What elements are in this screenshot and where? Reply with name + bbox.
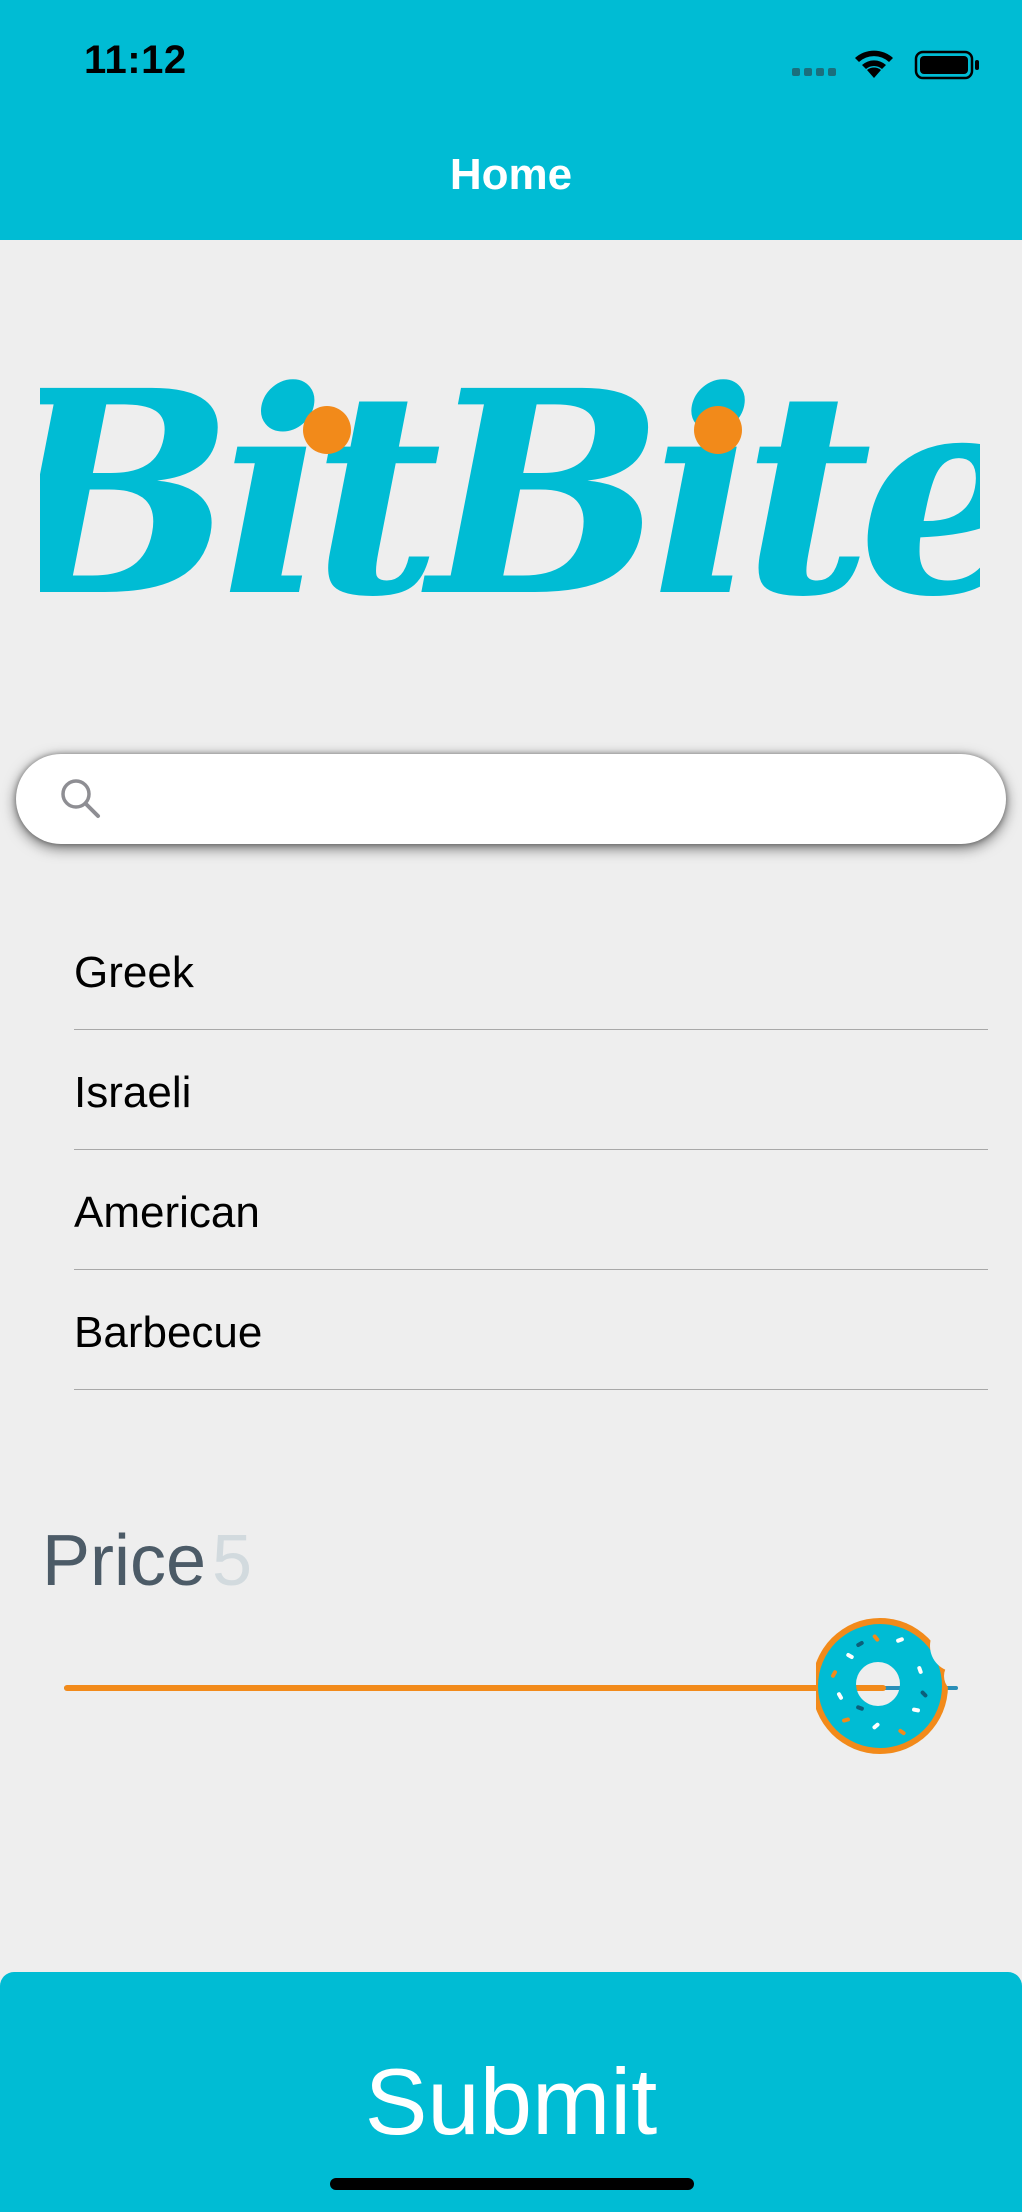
list-item-american[interactable]: American	[74, 1150, 988, 1270]
cuisine-list: Greek Israeli American Barbecue	[74, 910, 988, 1390]
slider-fill	[64, 1685, 887, 1691]
price-label-text: Price	[42, 1521, 207, 1601]
search-icon	[61, 779, 100, 818]
status-time: 11:12	[84, 38, 187, 82]
logo-dot-i-1	[303, 406, 351, 454]
list-item-label: American	[74, 1187, 260, 1237]
svg-text:BitBite: BitBite	[40, 330, 980, 630]
search-bar[interactable]	[16, 754, 1006, 844]
price-slider[interactable]	[64, 1600, 958, 1760]
submit-button[interactable]: Submit	[0, 1972, 1022, 2212]
price-value: 5	[212, 1521, 253, 1601]
search-input[interactable]	[120, 754, 980, 844]
logo-dot-i-2	[694, 406, 742, 454]
cellular-signal-icon	[792, 68, 836, 76]
list-item-barbecue[interactable]: Barbecue	[74, 1270, 988, 1390]
battery-icon	[914, 50, 979, 80]
list-item-label: Barbecue	[74, 1307, 263, 1357]
list-item-israeli[interactable]: Israeli	[74, 1030, 988, 1150]
price-label: Price5	[42, 1520, 252, 1602]
list-item-label: Israeli	[74, 1067, 192, 1117]
app-header: 11:12 Home	[0, 0, 1022, 240]
home-indicator	[330, 2178, 694, 2190]
page-title: Home	[449, 150, 573, 199]
list-item-label: Greek	[74, 947, 194, 997]
list-item-greek[interactable]: Greek	[74, 910, 988, 1030]
bitbite-logo: BitBite	[40, 330, 980, 630]
wifi-icon	[855, 50, 893, 78]
donut-slider-thumb-icon[interactable]	[816, 1614, 956, 1760]
status-icons	[792, 50, 979, 80]
